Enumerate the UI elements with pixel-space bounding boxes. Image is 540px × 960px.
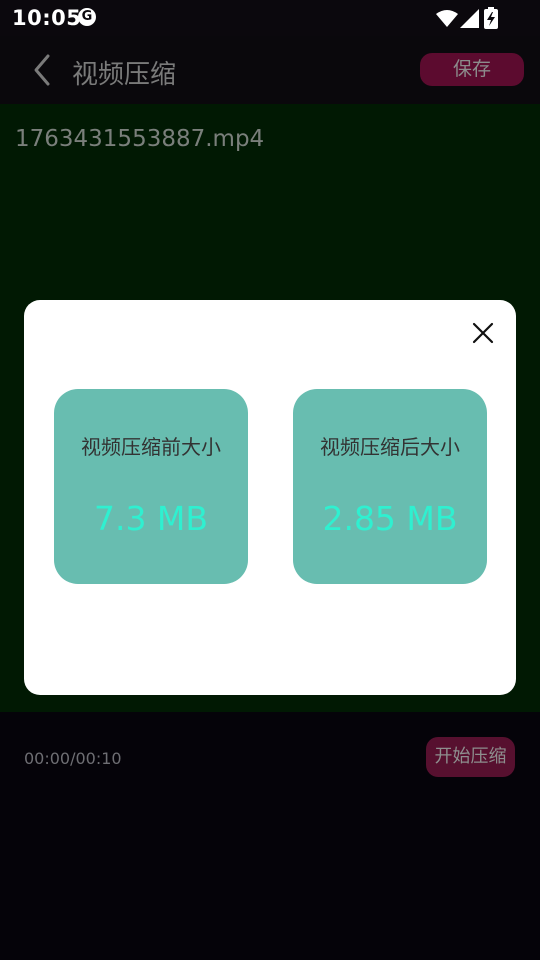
size-after-label: 视频压缩后大小 [320,435,460,459]
chevron-left-icon [34,54,50,86]
compression-result-dialog: 视频压缩前大小 7.3 MB 视频压缩后大小 2.85 MB [24,300,516,695]
app-bar: 视频压缩 保存 [0,36,540,104]
wifi-icon [436,10,458,27]
size-before-card: 视频压缩前大小 7.3 MB [54,389,248,584]
back-button[interactable] [26,50,62,90]
size-before-label: 视频压缩前大小 [81,435,221,459]
save-button[interactable]: 保存 [420,53,524,86]
size-after-card: 视频压缩后大小 2.85 MB [293,389,487,584]
close-icon [472,322,494,344]
size-before-value: 7.3 MB [93,499,209,538]
battery-charging-icon [484,7,498,29]
page-title: 视频压缩 [72,60,177,90]
status-time: 10:05 [12,6,82,30]
size-after-value: 2.85 MB [322,499,458,538]
close-button[interactable] [470,320,496,346]
signal-icon [460,9,479,28]
playback-time: 00:00/00:10 [24,749,122,768]
file-name: 1763431553887.mp4 [15,126,265,152]
app-notification-icon: G [78,8,96,26]
start-compress-button[interactable]: 开始压缩 [426,737,515,777]
status-bar: 10:05 G [0,0,540,36]
status-icons [436,6,500,30]
